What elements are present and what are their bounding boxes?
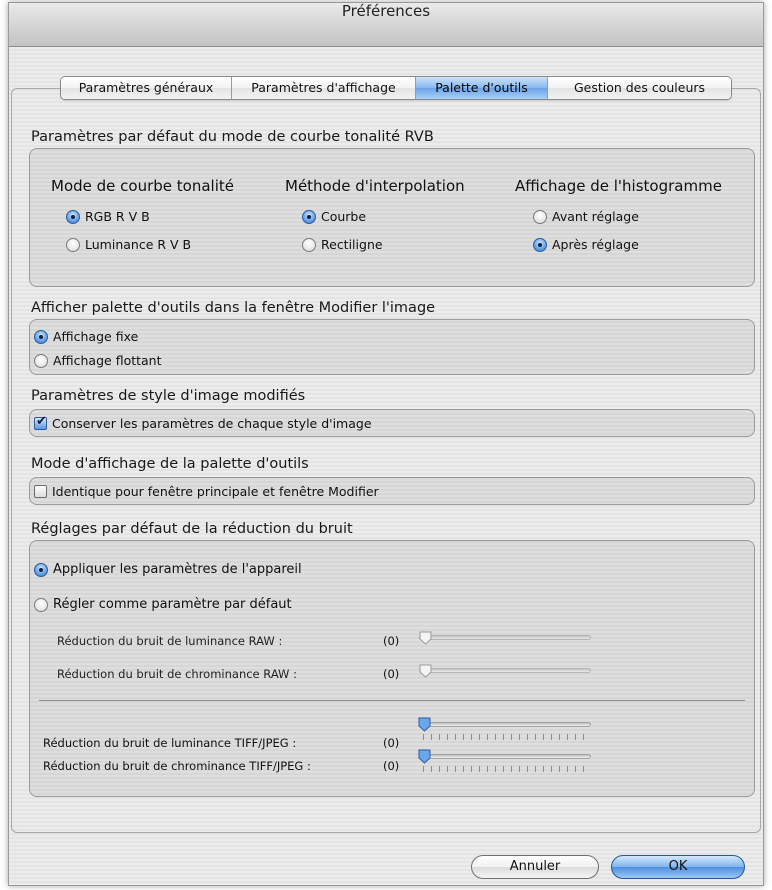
radio-indicator	[302, 237, 316, 252]
tab-display-settings[interactable]: Paramètres d'affichage	[232, 77, 416, 99]
checkbox-label: Identique pour fenêtre principale et fen…	[52, 484, 379, 499]
slider-ticks	[423, 734, 589, 740]
radio-rgb[interactable]: RGB R V B	[66, 209, 150, 224]
checkbox-indicator	[34, 485, 47, 498]
tiff-luminance-slider[interactable]	[419, 722, 591, 727]
slider-ticks	[423, 766, 589, 772]
histogram-heading: Affichage de l'histogramme	[515, 177, 722, 195]
radio-indicator	[34, 562, 48, 577]
slider-thumb-icon[interactable]	[418, 749, 431, 764]
radio-label: Affichage flottant	[53, 353, 162, 368]
tab-bar: Paramètres généraux Paramètres d'afficha…	[60, 76, 732, 100]
slider-thumb-icon[interactable]	[418, 717, 431, 732]
slider-thumb-icon[interactable]	[419, 664, 432, 678]
interpolation-heading: Méthode d'interpolation	[285, 177, 465, 195]
tiff-luminance-label: Réduction du bruit de luminance TIFF/JPE…	[43, 736, 297, 750]
radio-indicator	[66, 209, 80, 224]
window-title: Préférences	[341, 2, 431, 20]
tone-curve-section-title: Paramètres par défaut du mode de courbe …	[31, 129, 434, 145]
radio-indicator	[66, 237, 80, 252]
checkbox-same-for-windows[interactable]: Identique pour fenêtre principale et fen…	[34, 484, 379, 499]
radio-indicator	[34, 329, 48, 344]
raw-luminance-label: Réduction du bruit de luminance RAW :	[57, 634, 283, 648]
radio-curve[interactable]: Courbe	[302, 209, 366, 224]
radio-set-as-default[interactable]: Régler comme paramètre par défaut	[34, 597, 292, 612]
palette-mode-section-title: Mode d'affichage de la palette d'outils	[31, 456, 309, 472]
checkbox-label: Conserver les paramètres de chaque style…	[52, 416, 372, 431]
radio-label: RGB R V B	[85, 209, 150, 224]
radio-linear[interactable]: Rectiligne	[302, 237, 383, 252]
tiff-chrominance-label: Réduction du bruit de chrominance TIFF/J…	[43, 759, 311, 773]
radio-label: Avant réglage	[552, 209, 639, 224]
checkbox-keep-style-settings[interactable]: Conserver les paramètres de chaque style…	[34, 414, 372, 431]
radio-floating-display[interactable]: Affichage flottant	[34, 353, 162, 368]
radio-label: Luminance R V B	[85, 237, 192, 252]
tone-mode-heading: Mode de courbe tonalité	[51, 177, 234, 195]
radio-label: Courbe	[321, 209, 367, 224]
radio-indicator	[533, 209, 547, 224]
radio-after-adjustment[interactable]: Après réglage	[533, 237, 639, 252]
raw-chrominance-label: Réduction du bruit de chrominance RAW :	[57, 667, 297, 681]
title-bar[interactable]: Préférences	[9, 2, 763, 47]
radio-label: Appliquer les paramètres de l'appareil	[53, 562, 302, 577]
radio-indicator	[34, 353, 48, 368]
tab-tool-palette[interactable]: Palette d'outils	[416, 77, 548, 99]
checkbox-indicator	[34, 414, 47, 430]
raw-luminance-value: (0)	[383, 634, 400, 648]
ok-button[interactable]: OK	[611, 855, 745, 879]
tiff-chrominance-slider[interactable]	[419, 754, 591, 759]
tiff-luminance-value: (0)	[383, 736, 400, 750]
radio-indicator	[302, 209, 316, 224]
raw-luminance-slider[interactable]	[419, 635, 591, 640]
preferences-window: Préférences Paramètres généraux Paramètr…	[8, 2, 764, 886]
radio-label: Régler comme paramètre par défaut	[53, 597, 292, 612]
tiff-chrominance-value: (0)	[383, 759, 400, 773]
radio-luminance[interactable]: Luminance R V B	[66, 237, 191, 252]
tab-general-settings[interactable]: Paramètres généraux	[61, 77, 232, 99]
radio-label: Affichage fixe	[53, 329, 139, 344]
radio-camera-settings[interactable]: Appliquer les paramètres de l'appareil	[34, 562, 302, 577]
raw-chrominance-value: (0)	[383, 667, 400, 681]
radio-label: Après réglage	[552, 237, 639, 252]
palette-display-section-title: Afficher palette d'outils dans la fenêtr…	[31, 300, 436, 316]
tab-color-management[interactable]: Gestion des couleurs	[548, 77, 731, 99]
cancel-button[interactable]: Annuler	[471, 855, 599, 879]
radio-indicator	[34, 597, 48, 612]
noise-section-title: Réglages par défaut de la réduction du b…	[31, 521, 353, 537]
raw-chrominance-slider[interactable]	[419, 668, 591, 673]
radio-label: Rectiligne	[321, 237, 383, 252]
slider-thumb-icon[interactable]	[419, 631, 432, 645]
section-divider	[39, 700, 745, 701]
image-style-section-title: Paramètres de style d'image modifiés	[31, 388, 306, 404]
radio-before-adjustment[interactable]: Avant réglage	[533, 209, 639, 224]
radio-fixed-display[interactable]: Affichage fixe	[34, 329, 138, 344]
radio-indicator	[533, 237, 547, 252]
